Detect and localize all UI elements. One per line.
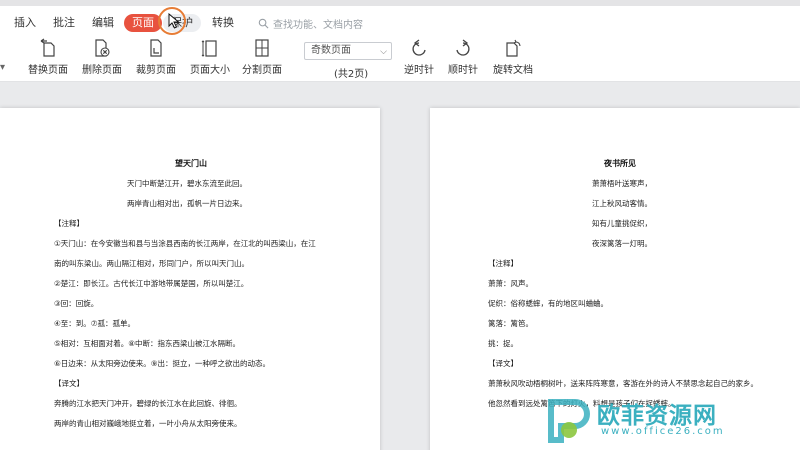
site-watermark: 欧菲资源网 www.office26.com <box>545 390 800 450</box>
split-page-icon <box>255 39 269 57</box>
poem-line: 江上秋风动客情。 <box>592 199 652 208</box>
rotate-clockwise-label: 顺时针 <box>448 65 478 76</box>
delete-page-label: 删除页面 <box>82 65 122 76</box>
note-line: 南的叫东梁山。两山隔江相对，形同门户，所以叫天门山。 <box>54 259 249 268</box>
section-heading: 【译文】 <box>488 359 518 368</box>
rotate-clockwise-button[interactable]: 顺时针 <box>448 38 478 76</box>
tab-insert[interactable]: 插入 <box>12 14 38 32</box>
watermark-logo-icon <box>548 399 590 443</box>
search-icon <box>258 18 269 28</box>
tab-comment[interactable]: 批注 <box>51 14 77 32</box>
replace-page-button[interactable]: 替换页面 <box>28 38 68 76</box>
title-strip-shadow <box>0 0 800 6</box>
translation-line: 奔腾的江水把天门冲开，碧绿的长江水在此回旋、徘徊。 <box>54 399 242 408</box>
note-line: ⑤相对：互相面对着。⑧中断：指东西梁山被江水隔断。 <box>54 339 240 348</box>
page-size-button[interactable]: 页面大小 <box>190 38 230 76</box>
tab-page[interactable]: 页面 <box>124 14 162 32</box>
mouse-cursor-icon <box>168 13 180 29</box>
search-box[interactable]: 查找功能、文档内容 <box>258 14 363 32</box>
poem-line: 萧萧梧叶送寒声， <box>592 179 652 188</box>
translation-line: 两岸的青山相对巍峨地挺立着，一叶小舟从太阳旁使来。 <box>54 419 242 428</box>
note-line: 萧萧：风声。 <box>488 279 533 288</box>
title-strip <box>0 0 800 8</box>
rotate-counterclockwise-button[interactable]: 逆时针 <box>404 38 434 76</box>
split-page-button[interactable]: 分割页面 <box>242 38 282 76</box>
delete-page-icon <box>95 39 110 57</box>
poem-title: 望天门山 <box>175 159 207 168</box>
rotate-document-icon <box>506 39 521 57</box>
page-count-label: (共2页) <box>334 69 369 80</box>
section-heading: 【译文】 <box>54 379 84 388</box>
poem-line: 两岸青山相对出，孤帆一片日边来。 <box>127 199 247 208</box>
section-heading: 【注释】 <box>54 219 84 228</box>
poem-line: 知有儿童挑促织， <box>592 219 652 228</box>
menu-bar: 插入 批注 编辑 页面 保护 转换 查找功能、文档内容 <box>0 8 800 36</box>
page-size-label: 页面大小 <box>190 65 230 76</box>
note-line: ①天门山：在今安徽当和县与当涂县西南的长江两岸，在江北的叫西梁山，在江 <box>54 239 316 248</box>
page-size-icon <box>201 40 217 57</box>
tab-edit[interactable]: 编辑 <box>90 14 116 32</box>
delete-page-button[interactable]: 删除页面 <box>82 38 122 76</box>
poem-line: 天门中断楚江开，碧水东流至此回。 <box>127 179 247 188</box>
page-range-value: 奇数页面 <box>311 45 351 56</box>
poem-title: 夜书所见 <box>604 159 636 168</box>
poem-line: 夜深篱落一灯明。 <box>592 239 652 248</box>
note-line: 挑：捉。 <box>488 339 518 348</box>
crop-page-label: 裁剪页面 <box>136 65 176 76</box>
split-page-label: 分割页面 <box>242 65 282 76</box>
chevron-down-icon: ⌵ <box>380 47 387 57</box>
note-line: ④至：到。⑦孤：孤单。 <box>54 319 135 328</box>
note-line: ③回：回旋。 <box>54 299 99 308</box>
ribbon-toolbar: ▾ 替换页面 删除页面 裁剪页面 页面大小 分割页面 奇数页面 ⌵ (共2页) … <box>0 36 800 82</box>
translation-line: 萧萧秋风吹动梧桐树叶，送来阵阵寒意，客游在外的诗人不禁思念起自己的家乡。 <box>488 379 758 388</box>
rotate-counterclockwise-icon <box>412 39 426 56</box>
watermark-title: 欧菲资源网 <box>597 403 717 429</box>
note-line: 促织：俗称蟋蟀，有的地区叫蛐蛐。 <box>488 299 608 308</box>
rotate-document-button[interactable]: 旋转文档 <box>493 38 533 76</box>
search-placeholder: 查找功能、文档内容 <box>273 19 363 31</box>
ribbon-overflow-arrow[interactable]: ▾ <box>0 62 5 73</box>
note-line: ⑥日边来：从太阳旁边使来。⑨出：挺立，一种呼之欲出的动态。 <box>54 359 270 368</box>
rotate-counterclockwise-label: 逆时针 <box>404 65 434 76</box>
tab-convert[interactable]: 转换 <box>210 14 236 32</box>
crop-page-button[interactable]: 裁剪页面 <box>136 38 176 76</box>
note-line: 篱落：篱笆。 <box>488 319 533 328</box>
document-page-1[interactable]: 望天门山 天门中断楚江开，碧水东流至此回。 两岸青山相对出，孤帆一片日边来。 【… <box>0 108 380 450</box>
page-range-select[interactable]: 奇数页面 ⌵ <box>304 42 392 60</box>
replace-page-label: 替换页面 <box>28 65 68 76</box>
replace-page-icon <box>40 38 55 57</box>
rotate-clockwise-icon <box>456 39 470 56</box>
rotate-document-label: 旋转文档 <box>493 65 533 76</box>
crop-page-icon <box>150 39 162 57</box>
watermark-url: www.office26.com <box>601 426 725 437</box>
section-heading: 【注释】 <box>488 259 518 268</box>
note-line: ②楚江：即长江。古代长江中游地带属楚国，所以叫楚江。 <box>54 279 249 288</box>
